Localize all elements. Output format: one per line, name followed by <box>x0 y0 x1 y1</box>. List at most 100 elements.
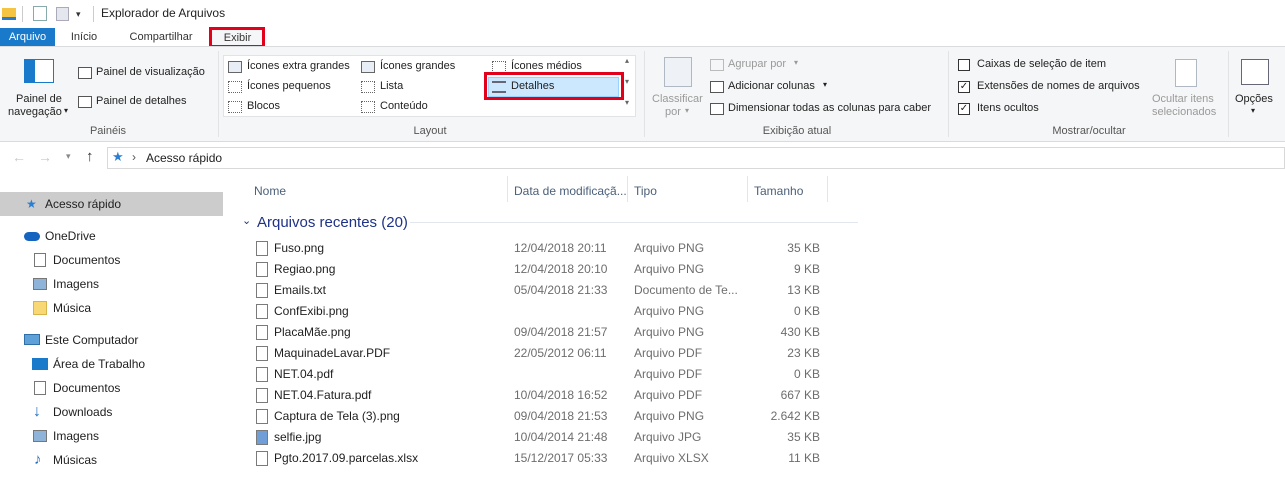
nav-item-label: Músicas <box>53 453 98 467</box>
nav-item-downloads[interactable]: ↓ Downloads <box>0 400 223 424</box>
layout-content[interactable]: Conteúdo <box>380 100 428 112</box>
table-row[interactable]: PlacaMãe.png 09/04/2018 21:57 Arquivo PNG 4… <box>253 322 833 343</box>
file-name: MaquinadeLavar.PDF <box>274 346 391 360</box>
group-header[interactable]: ⌄ Arquivos recentes (20) <box>240 212 858 234</box>
options-button[interactable]: Opções <box>1235 93 1273 105</box>
gallery-expand-icon[interactable]: ▾ <box>625 98 629 107</box>
column-header-size[interactable]: Tamanho <box>754 180 803 202</box>
group-label-show-hide: Mostrar/ocultar <box>1052 125 1126 137</box>
layout-large[interactable]: Ícones grandes <box>380 60 455 72</box>
file-name: PlacaMãe.png <box>274 325 351 339</box>
file-size: 9 KB <box>793 262 820 276</box>
file-type: Arquivo PDF <box>634 367 703 381</box>
extra-large-icons-icon <box>228 61 242 73</box>
sort-by-button[interactable]: Classificar <box>652 93 703 105</box>
column-header-name[interactable]: Nome <box>254 180 286 202</box>
file-type: Documento de Te... <box>634 283 738 297</box>
layout-tiles[interactable]: Blocos <box>247 100 280 112</box>
breadcrumb-chevron-icon[interactable]: › <box>132 150 136 164</box>
nav-item-onedrive-documents[interactable]: Documentos <box>0 248 223 272</box>
table-row[interactable]: Regiao.png 12/04/2018 20:10 Arquivo PNG 9 K… <box>253 259 833 280</box>
forward-arrow-icon[interactable]: → <box>38 149 52 165</box>
nav-item-images[interactable]: Imagens <box>0 424 223 448</box>
hide-selected-icon <box>1175 59 1197 87</box>
column-divider[interactable] <box>627 176 628 202</box>
add-columns-button[interactable]: Adicionar colunas <box>728 80 815 92</box>
file-name: selfie.jpg <box>274 430 322 444</box>
options-icon <box>1241 59 1269 85</box>
nav-item-music[interactable]: ♪ Músicas <box>0 448 223 472</box>
nav-item-onedrive[interactable]: OneDrive <box>0 224 223 248</box>
navigation-pane-label: Painel de <box>16 93 62 105</box>
column-header-date[interactable]: Data de modificaçã... <box>514 180 627 202</box>
file-date: 10/04/2014 21:48 <box>514 430 608 444</box>
details-pane-button[interactable]: Painel de detalhes <box>96 95 187 107</box>
file-name: Captura de Tela (3).png <box>274 409 400 423</box>
new-folder-icon[interactable] <box>56 7 69 21</box>
table-row[interactable]: Pgto.2017.09.parcelas.xlsx 15/12/2017 05:… <box>253 448 833 469</box>
nav-item-documents[interactable]: Documentos <box>0 376 223 400</box>
file-type: Arquivo PDF <box>634 388 703 402</box>
hidden-items-checkbox[interactable]: ✓ <box>958 103 970 115</box>
star-icon: ★ <box>26 197 37 211</box>
properties-icon[interactable] <box>33 6 47 21</box>
gallery-scroll-up-icon[interactable]: ▴ <box>625 56 629 65</box>
hide-selected-button[interactable]: Ocultar itens <box>1152 93 1214 105</box>
layout-list[interactable]: Lista <box>380 80 403 92</box>
table-row[interactable]: MaquinadeLavar.PDF 22/05/2012 06:11 Arquiv… <box>253 343 833 364</box>
file-extensions-checkbox[interactable]: ✓ <box>958 81 970 93</box>
layout-medium[interactable]: Ícones médios <box>511 60 582 72</box>
tab-home[interactable]: Início <box>60 29 108 46</box>
image-file-icon <box>256 325 268 340</box>
table-row[interactable]: selfie.jpg 10/04/2014 21:48 Arquivo JPG 35 … <box>253 427 833 448</box>
table-row[interactable]: NET.04.pdf Arquivo PDF 0 KB <box>253 364 833 385</box>
small-icons-icon <box>228 81 242 93</box>
file-type: Arquivo PNG <box>634 409 705 423</box>
nav-item-quick-access[interactable]: ★ Acesso rápido <box>0 192 223 216</box>
file-size: 0 KB <box>793 304 820 318</box>
nav-item-this-pc[interactable]: Este Computador <box>0 328 223 352</box>
fit-columns-button[interactable]: Dimensionar todas as colunas para caber <box>728 102 931 114</box>
layout-extra-large[interactable]: Ícones extra grandes <box>247 60 350 72</box>
breadcrumb-quick-access[interactable]: Acesso rápido <box>146 151 222 165</box>
preview-pane-icon <box>78 67 92 79</box>
column-divider[interactable] <box>507 176 508 202</box>
file-name: Emails.txt <box>274 283 327 297</box>
gallery-scroll-down-icon[interactable]: ▾ <box>625 77 629 86</box>
nav-item-label: Área de Trabalho <box>53 357 146 371</box>
nav-item-onedrive-music[interactable]: Música <box>0 296 223 320</box>
group-by-icon <box>710 59 724 71</box>
image-icon <box>33 430 47 442</box>
sheet-file-icon <box>256 451 268 466</box>
file-size: 667 KB <box>780 388 820 402</box>
group-by-button[interactable]: Agrupar por <box>728 58 786 70</box>
item-checkboxes-checkbox[interactable] <box>958 59 970 71</box>
table-row[interactable]: Captura de Tela (3).png 09/04/2018 21:53 A… <box>253 406 833 427</box>
preview-pane-button[interactable]: Painel de visualização <box>96 66 205 78</box>
up-arrow-icon[interactable]: ↑ <box>86 148 94 165</box>
table-row[interactable]: Emails.txt 05/04/2018 21:33 Documento de T… <box>253 280 833 301</box>
customize-toolbar-icon[interactable]: ▾ <box>76 9 81 20</box>
document-icon <box>34 253 46 267</box>
table-row[interactable]: NET.04.Fatura.pdf 10/04/2018 16:52 Arquivo… <box>253 385 833 406</box>
layout-small[interactable]: Ícones pequenos <box>247 80 331 92</box>
address-bar[interactable]: ★ › Acesso rápido <box>107 147 1285 169</box>
chevron-down-icon: ▾ <box>685 106 690 115</box>
table-row[interactable]: Fuso.png 12/04/2018 20:11 Arquivo PNG 35 KB <box>253 238 833 259</box>
title-bar: ▾ Explorador de Arquivos <box>0 0 1285 28</box>
nav-item-onedrive-images[interactable]: Imagens <box>0 272 223 296</box>
back-arrow-icon[interactable]: ← <box>12 149 26 165</box>
nav-item-desktop[interactable]: Área de Trabalho <box>0 352 223 376</box>
group-label-current-view: Exibição atual <box>762 125 832 137</box>
column-header-type[interactable]: Tipo <box>634 180 657 202</box>
column-divider[interactable] <box>747 176 748 202</box>
navigation-pane-button[interactable]: Painel de navegação ▾ <box>6 55 72 121</box>
ribbon: Painel de navegação ▾ Painel de visualiz… <box>0 46 1285 142</box>
chevron-down-icon: ▾ <box>64 106 69 115</box>
recent-locations-icon[interactable]: ▾ <box>66 151 71 162</box>
tab-file[interactable]: Arquivo <box>0 28 55 47</box>
column-divider[interactable] <box>827 176 828 202</box>
tab-share[interactable]: Compartilhar <box>118 29 204 46</box>
table-row[interactable]: ConfExibi.png Arquivo PNG 0 KB <box>253 301 833 322</box>
hidden-items-label: Itens ocultos <box>977 102 1039 114</box>
